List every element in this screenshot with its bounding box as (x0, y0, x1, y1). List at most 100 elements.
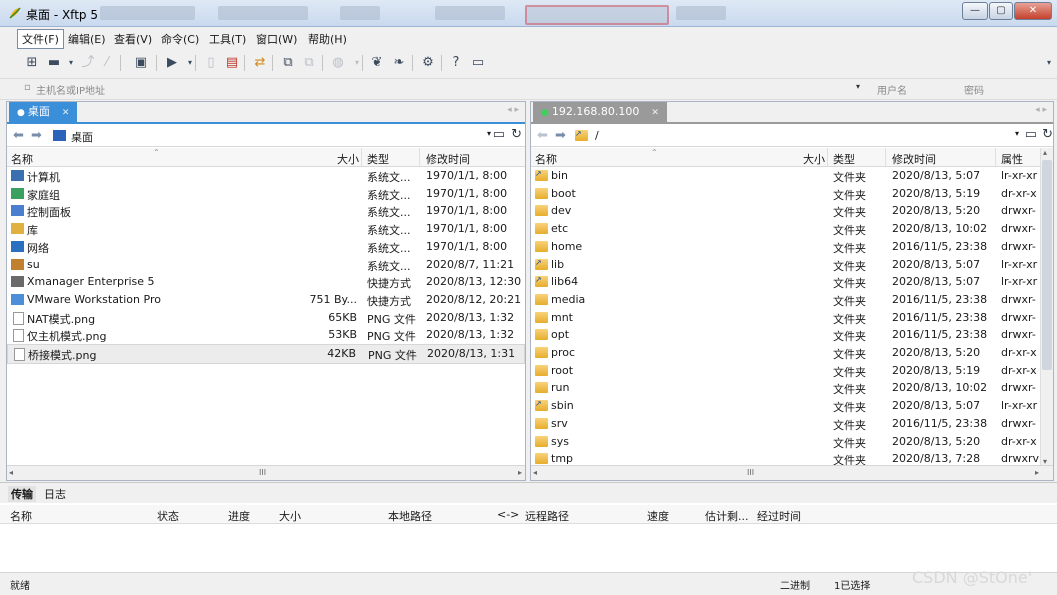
tab-close-icon[interactable]: ✕ (651, 108, 659, 118)
table-row[interactable]: srv 文件夹 2016/11/5, 23:38 drwxr- (531, 415, 1041, 433)
col-modified[interactable]: 修改时间 (892, 151, 936, 167)
menu-command[interactable]: 命令(C) (157, 30, 203, 48)
tab-local-desktop[interactable]: ● 桌面 ✕ (9, 102, 78, 122)
table-row[interactable]: lib 文件夹 2020/8/13, 5:07 lr-xr-xr (531, 256, 1041, 274)
tab-close-icon[interactable]: ✕ (62, 108, 70, 118)
scroll-grip[interactable]: III (747, 468, 754, 477)
table-row[interactable]: 控制面板 系统文... 1970/1/1, 8:00 (7, 202, 525, 220)
table-row[interactable]: 桥接模式.png 42KB PNG 文件 2020/8/13, 1:31 (7, 344, 525, 364)
refresh-icon[interactable]: ↻ (1042, 127, 1053, 142)
table-row[interactable]: Xmanager Enterprise 5 快捷方式 2020/8/13, 12:3… (7, 273, 525, 291)
transfer-icon[interactable]: ▤ (224, 55, 240, 71)
open-folder-icon[interactable]: ▭ (1025, 127, 1037, 142)
forward-arrow-icon[interactable]: ➡ (31, 128, 42, 143)
scroll-thumb[interactable] (1042, 160, 1052, 370)
sync-icon[interactable]: ⇄ (252, 55, 268, 71)
tab-log[interactable]: 日志 (41, 486, 69, 502)
menu-tools[interactable]: 工具(T) (205, 30, 250, 48)
table-row[interactable]: sbin 文件夹 2020/8/13, 5:07 lr-xr-xr (531, 397, 1041, 415)
tab-scroll-arrows-icon[interactable]: ◂ ▸ (507, 105, 519, 115)
col-elapsed[interactable]: 经过时间 (757, 508, 801, 524)
menu-edit[interactable]: 编辑(E) (64, 30, 110, 48)
col-size[interactable]: 大小 (337, 151, 359, 167)
local-horizontal-scrollbar[interactable]: ◂ III ▸ (7, 465, 525, 480)
table-row[interactable]: 计算机 系统文... 1970/1/1, 8:00 (7, 167, 525, 185)
dropdown-arrow-icon[interactable]: ▾ (63, 55, 79, 71)
menu-file[interactable]: 文件(F) (17, 29, 64, 49)
scroll-left-icon[interactable]: ◂ (533, 468, 537, 477)
col-status[interactable]: 状态 (157, 508, 179, 524)
table-row[interactable]: etc 文件夹 2020/8/13, 10:02 drwxr- (531, 220, 1041, 238)
table-row[interactable]: VMware Workstation Pro 751 By... 快捷方式 2020/… (7, 291, 525, 309)
xshell-icon[interactable]: ❦ (369, 55, 385, 71)
table-row[interactable]: 家庭组 系统文... 1970/1/1, 8:00 (7, 185, 525, 203)
table-row[interactable]: root 文件夹 2020/8/13, 5:19 dr-xr-x (531, 362, 1041, 380)
col-name[interactable]: 名称 (10, 508, 32, 524)
refresh-icon[interactable]: ↻ (511, 127, 522, 142)
col-eta[interactable]: 估计剩... (705, 508, 749, 524)
col-type[interactable]: 类型 (367, 151, 389, 167)
host-input[interactable]: 主机名或IP地址 (36, 82, 105, 97)
col-name[interactable]: 名称 (11, 151, 33, 167)
table-row[interactable]: opt 文件夹 2016/11/5, 23:38 drwxr- (531, 326, 1041, 344)
back-arrow-icon[interactable]: ⬅ (537, 128, 548, 143)
scroll-right-icon[interactable]: ▸ (518, 468, 522, 477)
password-input[interactable]: 密码 (964, 82, 984, 97)
column-divider[interactable] (885, 148, 886, 166)
scroll-right-icon[interactable]: ▸ (1035, 468, 1039, 477)
menu-help[interactable]: 帮助(H) (304, 30, 351, 48)
table-row[interactable]: proc 文件夹 2020/8/13, 5:20 dr-xr-x (531, 344, 1041, 362)
column-divider[interactable] (827, 148, 828, 166)
table-row[interactable]: 仅主机模式.png 53KB PNG 文件 2020/8/13, 1:32 (7, 326, 525, 344)
table-row[interactable]: mnt 文件夹 2016/11/5, 23:38 drwxr- (531, 309, 1041, 327)
col-direction[interactable]: <-> (497, 508, 519, 521)
table-row[interactable]: 库 系统文... 1970/1/1, 8:00 (7, 220, 525, 238)
view-mode-icon[interactable]: ▶ (164, 55, 180, 71)
table-row[interactable]: 网络 系统文... 1970/1/1, 8:00 (7, 238, 525, 256)
col-type[interactable]: 类型 (833, 151, 855, 167)
forward-arrow-icon[interactable]: ➡ (555, 128, 566, 143)
scroll-grip[interactable]: III (259, 468, 266, 477)
tab-remote-session[interactable]: ● 192.168.80.100 ✕ (533, 102, 667, 122)
open-folder-icon[interactable]: ▬ (46, 55, 62, 71)
table-row[interactable]: boot 文件夹 2020/8/13, 5:19 dr-xr-x (531, 185, 1041, 203)
toolbar-overflow-icon[interactable]: ▾ (1041, 55, 1057, 71)
properties-icon[interactable]: ▣ (133, 55, 149, 71)
remote-horizontal-scrollbar[interactable]: ◂ III ▸ (531, 465, 1053, 480)
close-button[interactable]: ✕ (1014, 2, 1052, 20)
new-session-icon[interactable]: ⊞ (24, 55, 40, 71)
chat-bubble-icon[interactable]: ▭ (470, 55, 486, 71)
col-local-path[interactable]: 本地路径 (388, 508, 432, 524)
col-remote-path[interactable]: 远程路径 (525, 508, 569, 524)
scroll-up-icon[interactable]: ▴ (1043, 148, 1047, 157)
col-modified[interactable]: 修改时间 (426, 151, 470, 167)
table-row[interactable]: home 文件夹 2016/11/5, 23:38 drwxr- (531, 238, 1041, 256)
open-folder-icon[interactable]: ▭ (493, 127, 505, 142)
back-arrow-icon[interactable]: ⬅ (13, 128, 24, 143)
path-dropdown-icon[interactable]: ▾ (1015, 129, 1019, 138)
username-input[interactable]: 用户名 (877, 82, 907, 97)
menu-view[interactable]: 查看(V) (110, 30, 156, 48)
copy-icon[interactable]: ⧉ (280, 55, 296, 71)
table-row[interactable]: media 文件夹 2016/11/5, 23:38 drwxr- (531, 291, 1041, 309)
tab-scroll-arrows-icon[interactable]: ◂ ▸ (1035, 105, 1047, 115)
col-size[interactable]: 大小 (279, 508, 301, 524)
col-size[interactable]: 大小 (803, 151, 825, 167)
help-icon[interactable]: ? (448, 55, 464, 71)
table-row[interactable]: bin 文件夹 2020/8/13, 5:07 lr-xr-xr (531, 167, 1041, 185)
column-divider[interactable] (419, 148, 420, 166)
host-dropdown-icon[interactable]: ▾ (856, 82, 860, 91)
local-path-text[interactable]: 桌面 (71, 129, 93, 145)
column-divider[interactable] (995, 148, 996, 166)
col-speed[interactable]: 速度 (647, 508, 669, 524)
scroll-left-icon[interactable]: ◂ (9, 468, 13, 477)
minimize-button[interactable]: — (962, 2, 988, 20)
remote-path-text[interactable]: / (595, 129, 599, 142)
menu-window[interactable]: 窗口(W) (252, 30, 301, 48)
col-progress[interactable]: 进度 (228, 508, 250, 524)
table-row[interactable]: run 文件夹 2020/8/13, 10:02 drwxr- (531, 379, 1041, 397)
col-attributes[interactable]: 属性 (1001, 151, 1023, 167)
column-divider[interactable] (361, 148, 362, 166)
table-row[interactable]: su 系统文... 2020/8/7, 11:21 (7, 256, 525, 274)
path-dropdown-icon[interactable]: ▾ (487, 129, 491, 138)
